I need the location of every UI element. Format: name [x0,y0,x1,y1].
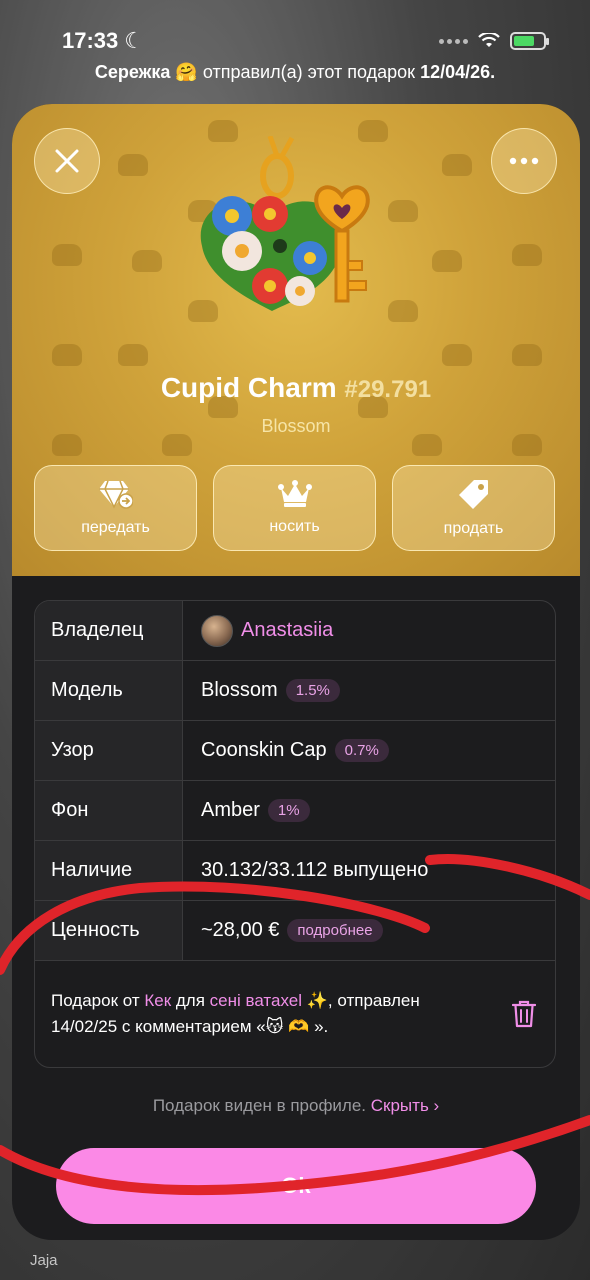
background-key: Фон [35,781,183,840]
table-row-owner: Владелец Anastasiia [35,601,555,661]
model-key: Модель [35,661,183,720]
details-link-badge[interactable]: подробнее [287,919,383,942]
gift-number: #29.791 [344,376,432,403]
gift-title: Cupid Charm #29.791 [12,372,580,404]
estimated-value: ~28,00 € [201,919,280,941]
table-row-value: Ценность ~28,00 € подробнее [35,901,555,961]
comment-text: Подарок от Кек для ceнi ватахеl ✨, отпра… [51,988,489,1040]
wear-label: носить [269,518,320,535]
sell-label: продать [443,520,504,537]
comment-mid: для [175,991,205,1010]
comment-from-link[interactable]: Кек [144,991,171,1010]
owner-value-cell[interactable]: Anastasiia [183,601,555,660]
gift-model-subtitle: Blossom [261,416,331,436]
gift-details-table: Владелец Anastasiia Модель Blossom 1.5% … [34,600,556,1068]
visibility-note: Подарок виден в профиле. Скрыть › [12,1096,580,1116]
gift-name: Cupid Charm [160,372,337,403]
table-row-availability: Наличие 30.132/33.112 выпущено [35,841,555,901]
hide-link[interactable]: Скрыть › [371,1096,439,1115]
rarity-badge: 0.7% [334,739,389,762]
comment-to-link[interactable]: ceнi ватахеl ✨ [210,991,328,1010]
availability-value: 30.132/33.112 выпущено [201,859,429,881]
table-row-model: Модель Blossom 1.5% [35,661,555,721]
ok-button[interactable]: Ok [56,1148,536,1224]
sender-line: Сережка 🤗 отправил(а) этот подарок 12/04… [0,62,590,83]
avatar [201,614,233,647]
background-peek-text: Jaja [30,1252,58,1269]
pattern-key: Узор [35,721,183,780]
gift-hero: Cupid Charm #29.791 Blossom передать нос… [12,104,580,576]
table-row-background: Фон Amber 1% [35,781,555,841]
price-tag-icon [458,480,488,509]
gift-comment: Подарок от Кек для ceнi ватахеl ✨, отпра… [35,961,555,1067]
diamond-transfer-icon [98,480,133,509]
cellular-signal-icon [439,38,468,44]
sender-text: отправил(а) этот подарок [202,62,416,82]
close-icon [55,149,79,173]
crown-icon [277,480,312,507]
value-cell: ~28,00 € подробнее [183,901,555,960]
action-buttons: передать носить продать [34,465,555,551]
value-key: Ценность [35,901,183,960]
battery-icon [510,32,549,50]
wear-button[interactable]: носить [213,465,376,551]
comment-line3: 🫶 ». [288,1017,329,1036]
pattern-value-cell: Coonskin Cap 0.7% [183,721,555,780]
model-value: Blossom [201,679,278,701]
trash-icon [512,1000,536,1028]
owner-link[interactable]: Anastasiia [241,619,333,642]
clock: 17:33 ☾ [62,28,144,54]
availability-key: Наличие [35,841,183,900]
comment-prefix: Подарок от [51,991,140,1010]
transfer-label: передать [81,519,150,536]
flower-heart-key-icon [200,136,370,311]
gift-sheet: Cupid Charm #29.791 Blossom передать нос… [12,104,580,1240]
sender-date: 12/04/26. [420,62,496,82]
model-value-cell: Blossom 1.5% [183,661,555,720]
background-value: Amber [201,799,260,821]
do-not-disturb-icon: ☾ [124,28,145,53]
visibility-text: Подарок виден в профиле. [152,1096,367,1115]
pattern-value: Coonskin Cap [201,739,327,761]
rarity-badge: 1.5% [285,679,340,702]
sell-button[interactable]: продать [392,465,555,551]
sender-name[interactable]: Сережка [95,62,171,82]
sender-emoji: 🤗 [175,62,198,82]
transfer-button[interactable]: передать [34,465,197,551]
ellipsis-icon [509,157,539,165]
close-button[interactable] [34,128,100,194]
availability-value-cell: 30.132/33.112 выпущено [183,841,555,900]
more-options-button[interactable] [491,128,557,194]
status-bar: 17:33 ☾ [0,0,590,62]
owner-key: Владелец [35,601,183,660]
rarity-badge: 1% [267,799,310,822]
delete-button[interactable] [509,999,539,1029]
wifi-icon [478,33,500,47]
status-icons [439,32,549,50]
time-label: 17:33 [62,28,119,53]
table-row-pattern: Узор Coonskin Cap 0.7% [35,721,555,781]
background-value-cell: Amber 1% [183,781,555,840]
